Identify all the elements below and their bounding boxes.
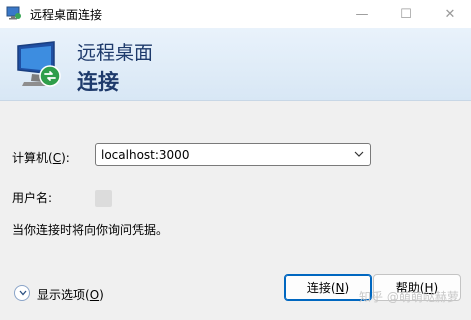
computer-label-suffix: ): bbox=[61, 151, 70, 165]
connect-label-prefix: 连接( bbox=[306, 281, 336, 295]
show-options-toggle[interactable]: 显示选项(O) bbox=[12, 283, 132, 303]
computer-combobox[interactable]: localhost:3000 bbox=[95, 143, 371, 166]
computer-label-prefix: 计算机( bbox=[12, 151, 53, 165]
remote-desktop-monitor-icon bbox=[17, 41, 61, 87]
show-options-label[interactable]: 显示选项(O) bbox=[37, 286, 104, 303]
minimize-button[interactable]: — bbox=[340, 0, 384, 28]
connect-label-accesskey: N bbox=[335, 280, 345, 295]
options-label-accesskey: O bbox=[89, 288, 100, 302]
chevron-down-icon[interactable] bbox=[354, 150, 364, 158]
chevron-down-icon bbox=[19, 290, 27, 296]
username-label: 用户名: bbox=[12, 191, 53, 205]
chevron-down-circle-icon[interactable] bbox=[14, 285, 30, 301]
close-button[interactable]: ✕ bbox=[428, 0, 471, 28]
title-bar: 远程桌面连接 — ☐ ✕ bbox=[0, 0, 471, 28]
username-placeholder-icon bbox=[95, 190, 112, 207]
computer-label-accesskey: C bbox=[52, 151, 62, 165]
options-label-suffix: ) bbox=[99, 288, 104, 302]
header-title-line1: 远程桌面 bbox=[77, 42, 154, 64]
header-banner: 远程桌面 连接 bbox=[0, 28, 471, 101]
computer-label: 计算机(C): bbox=[12, 149, 70, 166]
remote-desktop-icon bbox=[6, 6, 21, 20]
connect-label-suffix: ) bbox=[344, 280, 350, 295]
window-title: 远程桌面连接 bbox=[30, 8, 103, 22]
options-label-prefix: 显示选项( bbox=[37, 288, 90, 302]
maximize-button[interactable]: ☐ bbox=[384, 0, 428, 28]
credentials-note: 当你连接时将向你询问凭据。 bbox=[12, 223, 169, 237]
header-title-line2: 连接 bbox=[77, 70, 119, 94]
watermark: 知乎 @萌萌哒赫萝 bbox=[359, 290, 459, 304]
computer-input-value[interactable]: localhost:3000 bbox=[101, 148, 189, 162]
